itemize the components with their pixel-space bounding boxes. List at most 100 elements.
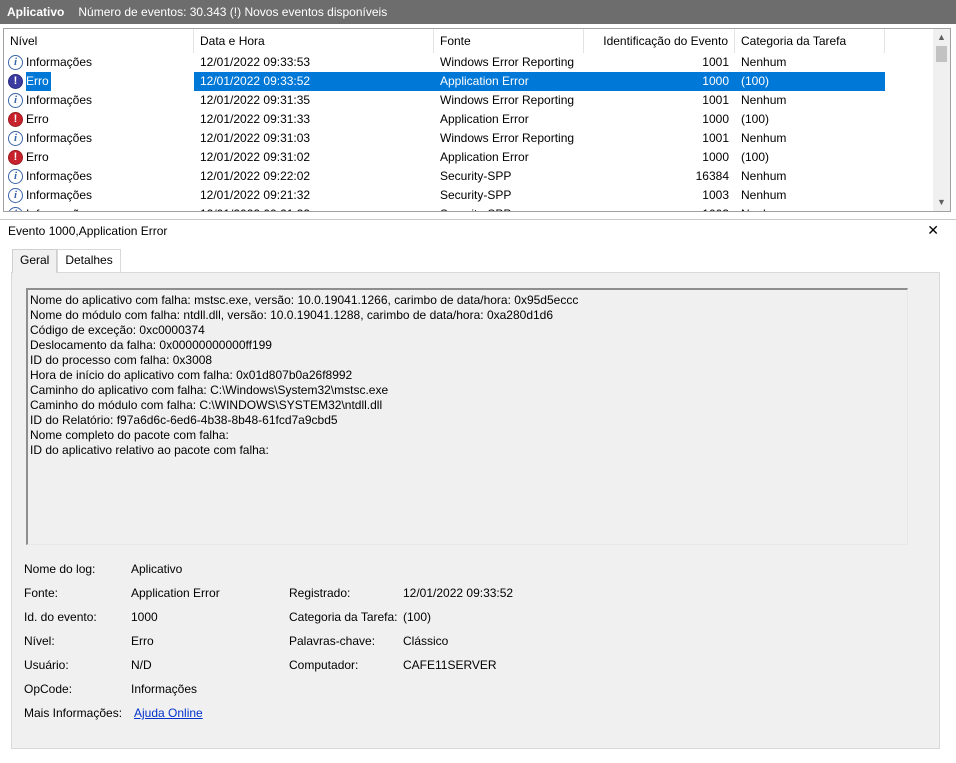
description-line: Hora de início do aplicativo com falha: … — [30, 368, 353, 382]
error-icon: ! — [8, 150, 23, 165]
online-help-link[interactable]: Ajuda Online — [134, 706, 203, 720]
event-row[interactable]: i Informações 12/01/2022 09:31:03 Windows E… — [4, 129, 934, 148]
event-row[interactable]: i Informações 12/01/2022 09:31:35 Windows E… — [4, 91, 934, 110]
event-level-cell: iInformações — [4, 167, 194, 186]
event-rows: i Informações 12/01/2022 09:33:53 Windows E… — [4, 53, 934, 211]
event-datetime: 12/01/2022 09:31:35 — [200, 93, 311, 107]
user-value: N/D — [131, 658, 152, 672]
user-label: Usuário: — [24, 658, 69, 672]
source-value: Application Error — [131, 586, 220, 600]
event-row[interactable]: i Informações 12/01/2022 09:22:02 Security-… — [4, 167, 934, 186]
event-level-cell: iInformações — [4, 205, 194, 211]
event-task-category: Nenhum — [741, 93, 787, 107]
event-task-category: Nenhum — [741, 188, 787, 202]
event-detail-header: Evento 1000,Application Error ✕ — [0, 219, 956, 241]
event-task-category: Nenhum — [741, 55, 787, 69]
event-level: Informações — [26, 93, 93, 107]
event-source: Windows Error Reporting — [440, 131, 575, 145]
event-source: Application Error — [440, 150, 529, 164]
scroll-up-arrow-icon[interactable]: ▲ — [933, 29, 950, 46]
computer-label: Computador: — [289, 658, 359, 672]
event-level: Erro — [25, 72, 52, 91]
detail-tabs: Geral Detalhes — [12, 249, 121, 273]
description-line: Nome do módulo com falha: ntdll.dll, ver… — [30, 308, 554, 322]
event-level: Informações — [26, 188, 93, 202]
event-source: Security-SPP — [434, 205, 584, 211]
event-level: Erro — [26, 112, 49, 126]
event-row[interactable]: ! Erro 12/01/2022 09:31:02 Application Erro… — [4, 148, 934, 167]
event-list-scrollbar[interactable]: ▲ ▼ — [933, 29, 950, 211]
event-level-cell: iInformações — [4, 186, 194, 205]
event-source: Windows Error Reporting — [440, 93, 575, 107]
event-level-cell: ! Erro — [4, 148, 194, 167]
level-value: Erro — [131, 634, 154, 648]
event-task-category: Nenhum — [741, 169, 787, 183]
event-row[interactable]: iInformações12/01/2022 09:21:32Security-… — [4, 186, 934, 205]
event-datetime: 12/01/2022 09:21:32 — [194, 205, 434, 211]
event-task-category: (100) — [741, 150, 770, 164]
event-level: Informações — [26, 131, 93, 145]
task-category-label: Categoria da Tarefa: — [289, 610, 398, 624]
column-header-task-category[interactable]: Categoria da Tarefa — [735, 29, 885, 53]
event-level: Informações — [26, 205, 92, 211]
event-level-cell: ! Erro — [4, 110, 194, 129]
event-row[interactable]: i Informações 12/01/2022 09:33:53 Windows E… — [4, 53, 934, 72]
column-header-event-id[interactable]: Identificação do Evento — [584, 29, 735, 53]
log-name-value: Aplicativo — [131, 562, 183, 576]
event-detail-title: Evento 1000,Application Error — [8, 223, 168, 238]
event-source: Security-SPP — [440, 188, 512, 202]
event-id: 16384 — [695, 169, 729, 183]
event-description[interactable]: Nome do aplicativo com falha: mstsc.exe,… — [26, 288, 908, 545]
event-id: 1003 — [584, 205, 735, 211]
event-task-category: (100) — [741, 112, 770, 126]
information-icon: i — [8, 131, 23, 146]
event-level-cell: iInformações — [4, 53, 194, 72]
event-row[interactable]: ! Erro 12/01/2022 09:33:52 Application Erro… — [4, 72, 934, 91]
scrollbar-thumb[interactable] — [936, 46, 947, 62]
event-level-cell: iInformações — [4, 129, 194, 148]
tab-details[interactable]: Detalhes — [57, 249, 121, 272]
event-datetime: 12/01/2022 09:33:52 — [194, 72, 434, 91]
description-line: Caminho do aplicativo com falha: C:\Wind… — [30, 383, 389, 397]
event-datetime: 12/01/2022 09:31:03 — [200, 131, 311, 145]
level-label: Nível: — [24, 634, 55, 648]
event-id: 1000 — [584, 72, 735, 91]
column-header-level[interactable]: Nível — [4, 29, 194, 53]
computer-value: CAFE11SERVER — [403, 658, 497, 672]
information-icon: i — [8, 55, 23, 70]
information-icon: i — [8, 93, 23, 108]
information-icon: i — [8, 188, 23, 203]
event-datetime: 12/01/2022 09:31:02 — [200, 150, 311, 164]
event-list[interactable]: Nível Data e Hora Fonte Identificação do… — [3, 28, 951, 212]
event-id-label: Id. do evento: — [24, 610, 97, 624]
opcode-label: OpCode: — [24, 682, 73, 696]
event-id: 1003 — [702, 188, 729, 202]
log-name-label: Nome do log: — [24, 562, 96, 576]
scroll-down-arrow-icon[interactable]: ▼ — [933, 194, 950, 211]
event-datetime: 12/01/2022 09:33:53 — [200, 55, 311, 69]
logged-value: 12/01/2022 09:33:52 — [403, 586, 514, 600]
event-task-category: (100) — [735, 72, 885, 91]
event-source: Security-SPP — [440, 169, 512, 183]
event-source: Application Error — [440, 112, 529, 126]
event-id: 1001 — [702, 131, 729, 145]
information-icon: i — [8, 207, 23, 211]
event-count: Número de eventos: 30.343 (!) Novos even… — [78, 5, 388, 19]
event-task-category: Nenhum — [741, 131, 787, 145]
tab-general[interactable]: Geral — [12, 249, 58, 273]
event-source: Application Error — [434, 72, 584, 91]
event-row[interactable]: ! Erro 12/01/2022 09:31:33 Application Erro… — [4, 110, 934, 129]
source-label: Fonte: — [24, 586, 59, 600]
event-id: 1001 — [702, 55, 729, 69]
more-info-label: Mais Informações: — [24, 706, 123, 720]
error-icon: ! — [8, 112, 23, 127]
log-title-bar: Aplicativo Número de eventos: 30.343 (!)… — [0, 0, 956, 24]
event-level: Informações — [26, 55, 93, 69]
column-header-datetime[interactable]: Data e Hora — [194, 29, 434, 53]
information-icon: i — [8, 169, 23, 184]
error-icon: ! — [8, 74, 23, 89]
close-icon[interactable]: ✕ — [927, 222, 939, 239]
event-row[interactable]: iInformações12/01/2022 09:21:32Security-… — [4, 205, 934, 211]
description-line: Nome completo do pacote com falha: — [30, 428, 229, 442]
column-header-source[interactable]: Fonte — [434, 29, 584, 53]
